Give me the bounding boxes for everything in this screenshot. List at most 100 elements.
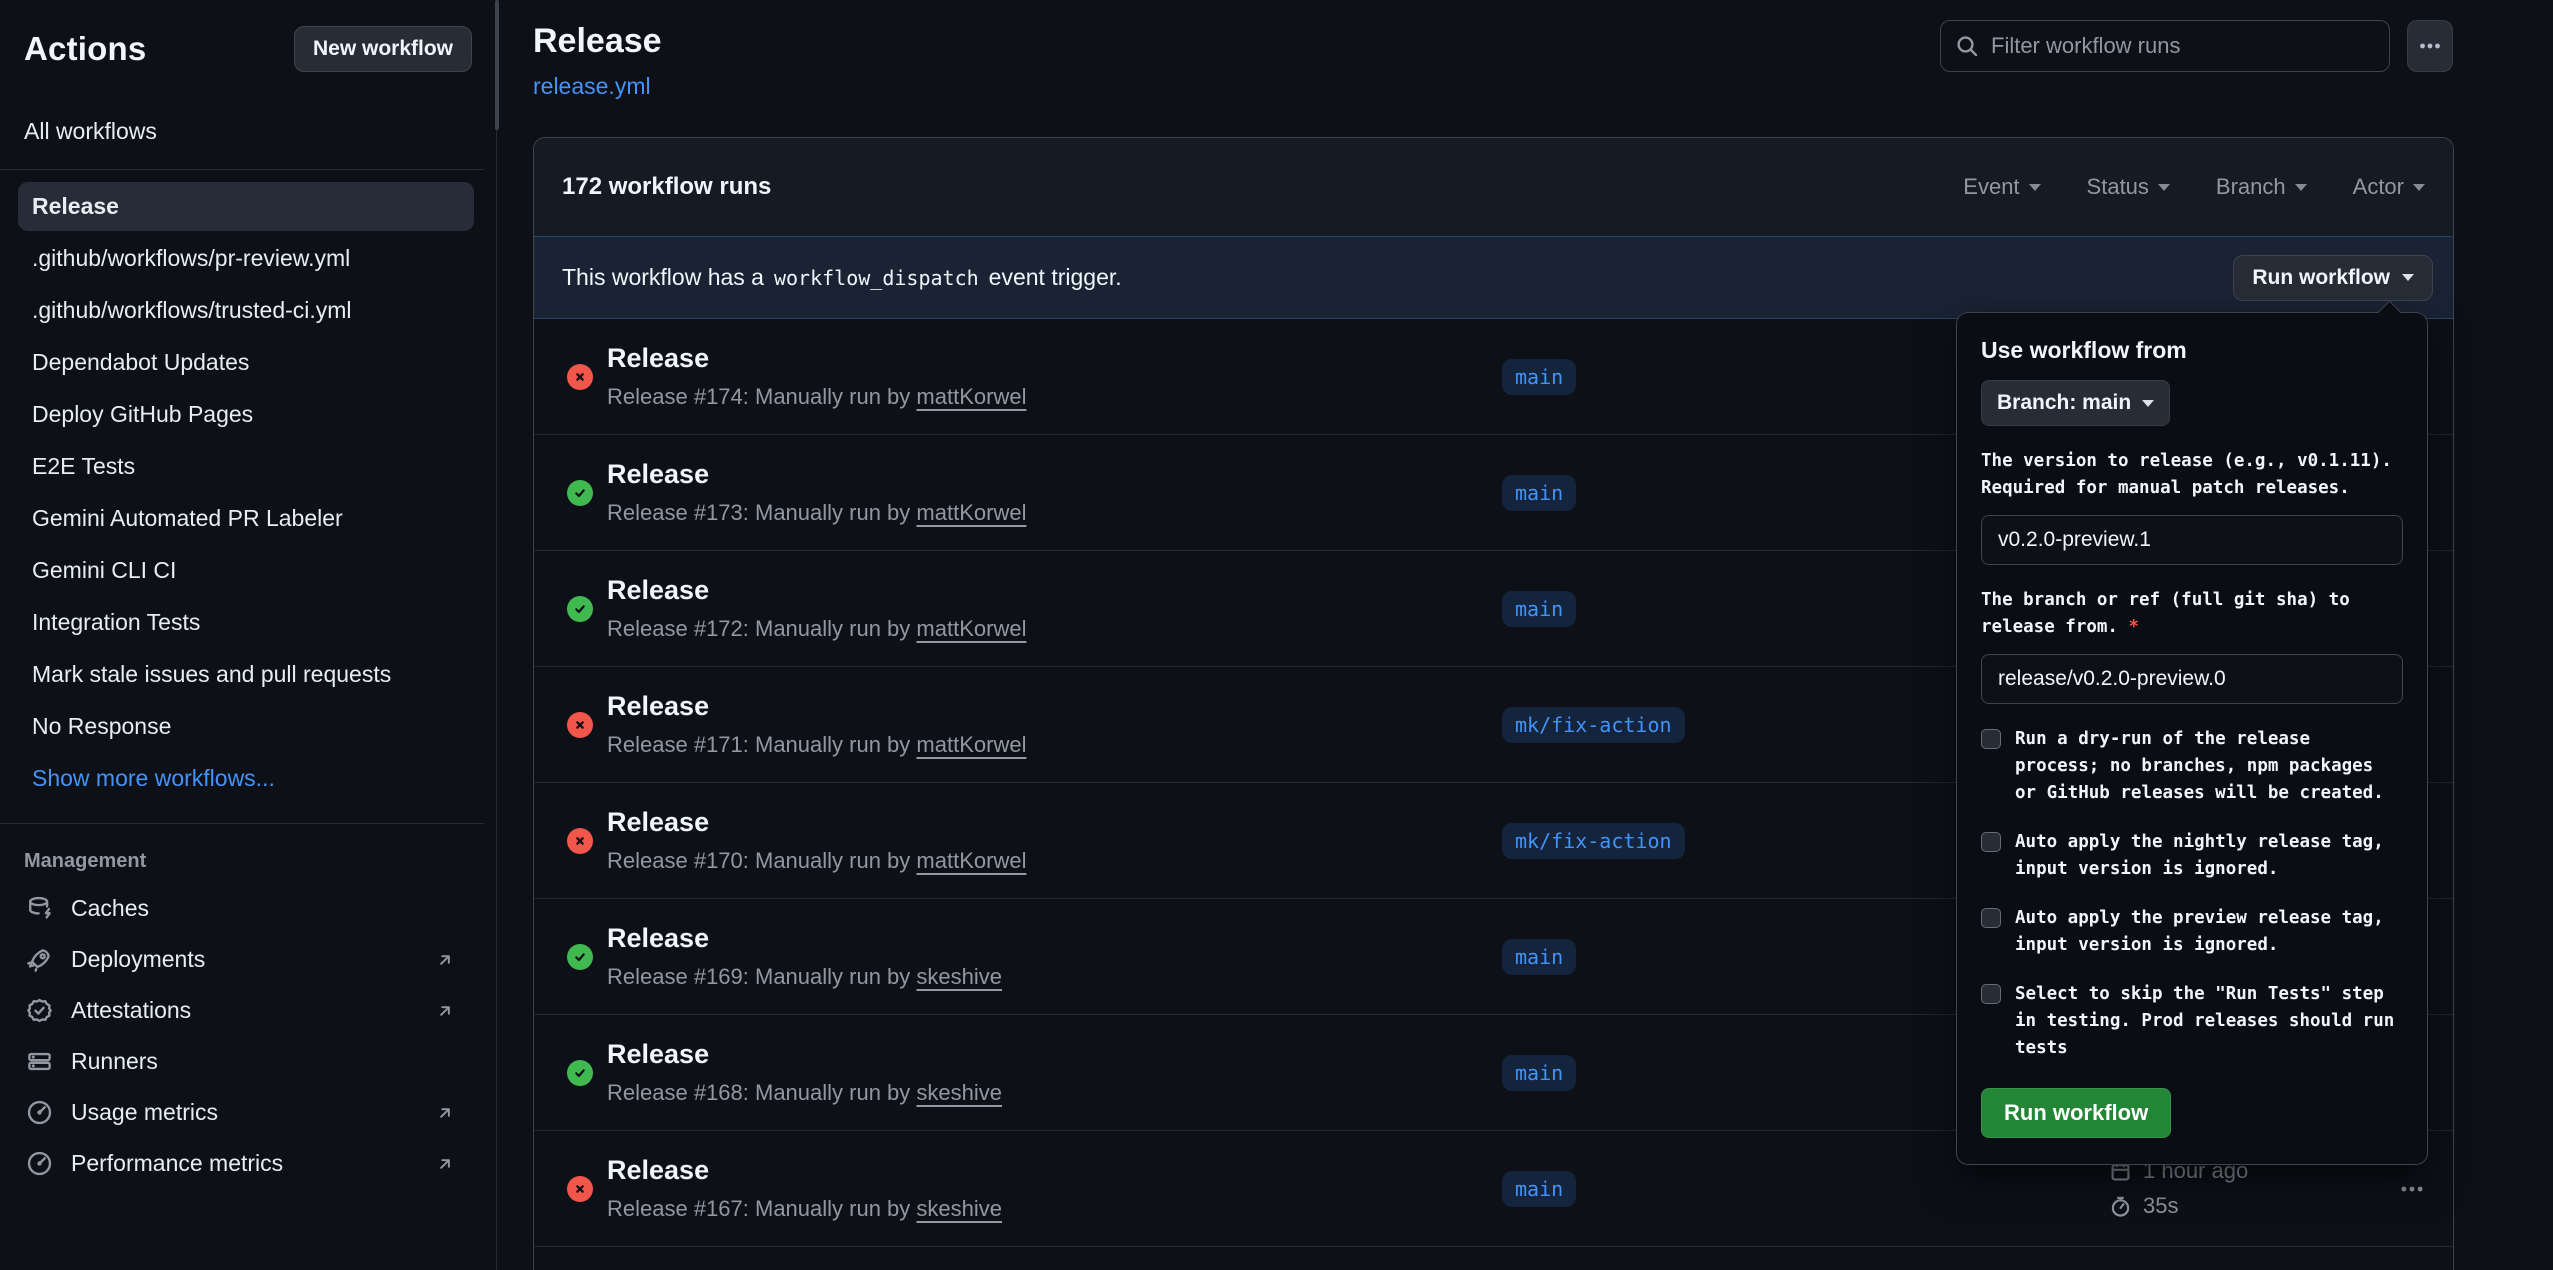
filter-runs-input[interactable] xyxy=(1991,33,2375,59)
workflow-title: Release xyxy=(533,22,662,61)
sidebar-item-gemini-automated-pr-labeler[interactable]: Gemini Automated PR Labeler xyxy=(18,494,474,543)
branch-badge[interactable]: mk/fix-action xyxy=(1502,707,1685,743)
chevron-down-icon xyxy=(2142,400,2154,407)
divider xyxy=(0,169,484,170)
management-item-caches[interactable]: Caches xyxy=(0,883,496,934)
run-description: Release #170: Manually run by mattKorwel xyxy=(607,848,1502,874)
run-actor-link[interactable]: mattKorwel xyxy=(916,384,1026,409)
x-circle-icon xyxy=(567,364,593,390)
filter-button-status[interactable]: Status xyxy=(2087,174,2170,200)
run-description-text: Release #169: Manually run by xyxy=(607,964,910,989)
sidebar-item-github-workflows-pr-review-yml[interactable]: .github/workflows/pr-review.yml xyxy=(18,234,474,283)
management-list: Caches Deployments Attestations Runners … xyxy=(0,883,496,1189)
dialog-checkbox[interactable] xyxy=(1981,908,2001,928)
sidebar-item-mark-stale-issues-and-pull-requests[interactable]: Mark stale issues and pull requests xyxy=(18,650,474,699)
run-options-kebab-icon[interactable] xyxy=(2399,1176,2425,1202)
management-item-usage-metrics[interactable]: Usage metrics xyxy=(0,1087,496,1138)
management-item-label: Usage metrics xyxy=(71,1099,218,1126)
management-section-label: Management xyxy=(0,836,496,883)
branch-badge[interactable]: main xyxy=(1502,475,1576,511)
run-title-link[interactable]: Release xyxy=(607,807,709,838)
sidebar-item-github-workflows-trusted-ci-yml[interactable]: .github/workflows/trusted-ci.yml xyxy=(18,286,474,335)
run-title-link[interactable]: Release xyxy=(607,343,709,374)
filter-button-event[interactable]: Event xyxy=(1963,174,2040,200)
sidebar-item-release[interactable]: Release xyxy=(18,182,474,231)
branch-selector-label: Branch: main xyxy=(1997,391,2131,415)
filter-label: Actor xyxy=(2353,174,2404,200)
sidebar-item-no-response[interactable]: No Response xyxy=(18,702,474,751)
x-circle-icon xyxy=(567,1176,593,1202)
show-more-workflows-link[interactable]: Show more workflows... xyxy=(18,754,474,803)
chevron-down-icon xyxy=(2158,184,2170,191)
management-item-deployments[interactable]: Deployments xyxy=(0,934,496,985)
dialog-checkbox[interactable] xyxy=(1981,984,2001,1004)
run-actor-link[interactable]: skeshive xyxy=(916,1196,1002,1221)
chevron-down-icon xyxy=(2295,184,2307,191)
run-title-link[interactable]: Release xyxy=(607,923,709,954)
banner-code: workflow_dispatch xyxy=(774,266,979,290)
branch-badge[interactable]: main xyxy=(1502,591,1576,627)
meter-icon xyxy=(26,1150,53,1177)
field-input[interactable] xyxy=(1981,515,2403,565)
dialog-checkbox-row: Auto apply the preview release tag, inpu… xyxy=(1981,905,2403,959)
new-workflow-button[interactable]: New workflow xyxy=(294,26,472,72)
run-actor-link[interactable]: mattKorwel xyxy=(916,500,1026,525)
workflow-header: Release release.yml xyxy=(533,22,662,100)
run-actor-link[interactable]: mattKorwel xyxy=(916,732,1026,757)
sidebar-item-all-workflows[interactable]: All workflows xyxy=(0,108,496,155)
run-workflow-dropdown-button[interactable]: Run workflow xyxy=(2233,255,2433,301)
required-asterisk: * xyxy=(2129,617,2140,637)
sidebar-item-dependabot-updates[interactable]: Dependabot Updates xyxy=(18,338,474,387)
sidebar-item-integration-tests[interactable]: Integration Tests xyxy=(18,598,474,647)
workflow-list: Release.github/workflows/pr-review.yml.g… xyxy=(0,182,496,751)
stopwatch-icon xyxy=(2109,1195,2132,1218)
sidebar-item-deploy-github-pages[interactable]: Deploy GitHub Pages xyxy=(18,390,474,439)
run-description: Release #169: Manually run by skeshive xyxy=(607,964,1502,990)
dialog-checkbox[interactable] xyxy=(1981,729,2001,749)
branch-badge[interactable]: main xyxy=(1502,1055,1576,1091)
run-title-link[interactable]: Release xyxy=(607,575,709,606)
dialog-checkbox-row: Auto apply the nightly release tag, inpu… xyxy=(1981,829,2403,883)
server-icon xyxy=(26,1048,53,1075)
management-item-runners[interactable]: Runners xyxy=(0,1036,496,1087)
workflow-file-link[interactable]: release.yml xyxy=(533,73,651,100)
run-actor-link[interactable]: skeshive xyxy=(916,1080,1002,1105)
banner-text-before: This workflow has a xyxy=(562,264,764,291)
check-circle-icon xyxy=(567,1060,593,1086)
run-actor-link[interactable]: mattKorwel xyxy=(916,616,1026,641)
management-item-attestations[interactable]: Attestations xyxy=(0,985,496,1036)
sidebar-item-gemini-cli-ci[interactable]: Gemini CLI CI xyxy=(18,546,474,595)
branch-selector-button[interactable]: Branch: main xyxy=(1981,380,2170,426)
sidebar: Actions New workflow All workflows Relea… xyxy=(0,0,497,1270)
field-input[interactable] xyxy=(1981,654,2403,704)
run-title-link[interactable]: Release xyxy=(607,459,709,490)
run-title-link[interactable]: Release xyxy=(607,1039,709,1070)
sidebar-scrollbar[interactable] xyxy=(495,0,499,130)
run-title-link[interactable]: Release xyxy=(607,691,709,722)
management-item-performance-metrics[interactable]: Performance metrics xyxy=(0,1138,496,1189)
check-circle-icon xyxy=(567,480,593,506)
sidebar-item-e2e-tests[interactable]: E2E Tests xyxy=(18,442,474,491)
field-description: The branch or ref (full git sha) to rele… xyxy=(1981,587,2405,641)
run-workflow-submit-button[interactable]: Run workflow xyxy=(1981,1088,2171,1138)
filter-button-actor[interactable]: Actor xyxy=(2353,174,2425,200)
branch-badge[interactable]: main xyxy=(1502,1171,1576,1207)
run-description-text: Release #167: Manually run by xyxy=(607,1196,910,1221)
run-description: Release #171: Manually run by mattKorwel xyxy=(607,732,1502,758)
arrow-up-right-icon xyxy=(434,949,456,971)
run-actor-link[interactable]: skeshive xyxy=(916,964,1002,989)
banner-text-after: event trigger. xyxy=(989,264,1122,291)
filter-button-branch[interactable]: Branch xyxy=(2216,174,2307,200)
branch-badge[interactable]: main xyxy=(1502,939,1576,975)
dialog-checkbox[interactable] xyxy=(1981,832,2001,852)
run-meta: 1 hour ago 35s xyxy=(2109,1158,2453,1219)
filters: Event Status Branch Actor xyxy=(1963,174,2425,200)
rocket-icon xyxy=(26,946,53,973)
branch-badge[interactable]: main xyxy=(1502,359,1576,395)
branch-badge[interactable]: mk/fix-action xyxy=(1502,823,1685,859)
filter-label: Event xyxy=(1963,174,2019,200)
run-title-link[interactable]: Release xyxy=(607,1155,709,1186)
run-actor-link[interactable]: mattKorwel xyxy=(916,848,1026,873)
checkbox-label: Auto apply the preview release tag, inpu… xyxy=(2015,905,2399,959)
workflow-options-kebab-button[interactable] xyxy=(2407,20,2453,72)
